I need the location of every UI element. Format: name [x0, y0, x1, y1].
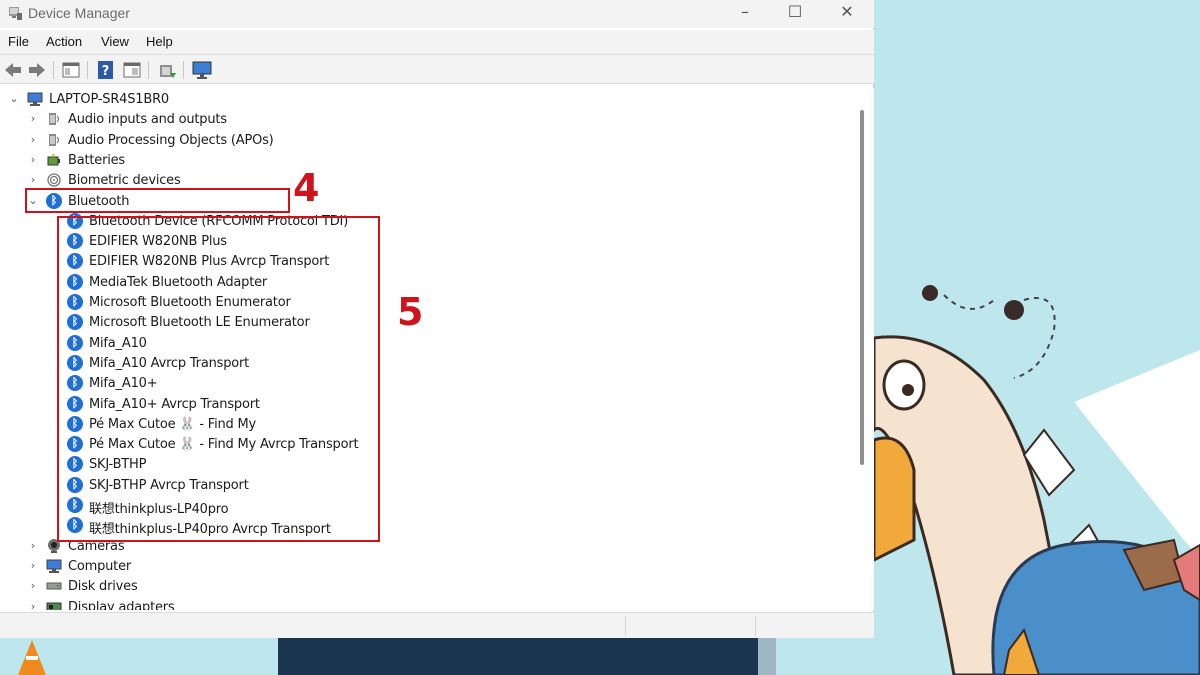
status-separator: [625, 616, 626, 636]
toolbar-separator: [183, 61, 184, 79]
tree-item-label: Display adapters: [68, 599, 175, 611]
driver-view-icon[interactable]: [121, 59, 143, 81]
chevron-right-icon[interactable]: ›: [27, 559, 39, 573]
annotation-box-step-5: [57, 216, 380, 542]
help-icon[interactable]: ?: [95, 59, 117, 81]
window-title: Device Manager: [28, 5, 130, 21]
chevron-right-icon[interactable]: ›: [27, 539, 39, 553]
close-button[interactable]: ✕: [822, 0, 872, 26]
tree-category[interactable]: › Audio inputs and outputs: [0, 110, 852, 130]
tree-category[interactable]: › Audio Processing Objects (APOs): [0, 131, 852, 151]
tree-item-label: Disk drives: [68, 579, 138, 595]
annotation-number-4: 4: [293, 166, 320, 210]
tree-item-label: Audio inputs and outputs: [68, 112, 227, 128]
menu-bar: File Action View Help: [0, 30, 874, 54]
toolbar-separator: [53, 61, 54, 79]
minimize-button[interactable]: –: [720, 0, 770, 26]
title-bar[interactable]: Device Manager – ☐ ✕: [0, 0, 874, 28]
toolbar: ?: [0, 54, 874, 84]
menu-view[interactable]: View: [101, 34, 129, 49]
update-driver-icon[interactable]: [156, 59, 178, 81]
computer-root-icon: [27, 91, 43, 107]
scrollbar-thumb[interactable]: [860, 110, 864, 465]
properties-pane-icon[interactable]: [60, 59, 82, 81]
vertical-scrollbar[interactable]: [852, 88, 874, 610]
chevron-right-icon[interactable]: ›: [27, 173, 39, 187]
vlc-cone-stripe: [26, 656, 38, 660]
chevron-right-icon[interactable]: ›: [27, 579, 39, 593]
menu-action[interactable]: Action: [46, 34, 82, 49]
tree-item-label: Computer: [68, 558, 132, 574]
svg-text:?: ?: [102, 64, 110, 79]
maximize-button[interactable]: ☐: [770, 0, 820, 26]
wallpaper-illustration: [874, 285, 1200, 675]
chevron-right-icon[interactable]: ›: [27, 153, 39, 167]
speaker-icon: [46, 132, 62, 148]
tree-item-label: LAPTOP-SR4S1BR0: [49, 92, 169, 107]
status-separator: [755, 616, 756, 636]
monitor-scan-icon[interactable]: [191, 59, 213, 81]
fingerprint-icon: [46, 172, 62, 188]
chevron-right-icon[interactable]: ›: [27, 133, 39, 147]
device-manager-icon: [9, 7, 22, 20]
tree-item-label: Batteries: [68, 152, 126, 168]
battery-icon: [46, 152, 62, 168]
toolbar-separator: [148, 61, 149, 79]
taskbar-window-edge: [758, 636, 776, 675]
display-adapter-icon: [46, 599, 62, 610]
annotation-box-step-4: [25, 188, 290, 213]
back-arrow-icon[interactable]: [2, 59, 24, 81]
tree-root-computer[interactable]: ⌄ LAPTOP-SR4S1BR0: [0, 90, 852, 110]
chevron-right-icon[interactable]: ›: [27, 600, 39, 611]
tree-category[interactable]: › Disk drives: [0, 577, 852, 597]
tree-category[interactable]: › Batteries: [0, 151, 852, 171]
tree-item-label: Audio Processing Objects (APOs): [68, 132, 274, 148]
toolbar-separator: [87, 61, 88, 79]
taskbar-window-preview: [278, 636, 758, 675]
menu-file[interactable]: File: [8, 34, 29, 49]
tree-item-label: Biometric devices: [68, 173, 181, 189]
chevron-right-icon[interactable]: ›: [27, 112, 39, 126]
disk-drive-icon: [46, 578, 62, 594]
computer-icon: [46, 558, 62, 574]
annotation-number-5: 5: [397, 290, 424, 334]
status-bar: [0, 612, 874, 638]
forward-arrow-icon[interactable]: [26, 59, 48, 81]
menu-help[interactable]: Help: [146, 34, 173, 49]
chevron-down-icon[interactable]: ⌄: [8, 92, 20, 106]
speaker-icon: [46, 111, 62, 127]
tree-category[interactable]: › Computer: [0, 557, 852, 577]
tree-category[interactable]: › Display adapters: [0, 598, 852, 611]
